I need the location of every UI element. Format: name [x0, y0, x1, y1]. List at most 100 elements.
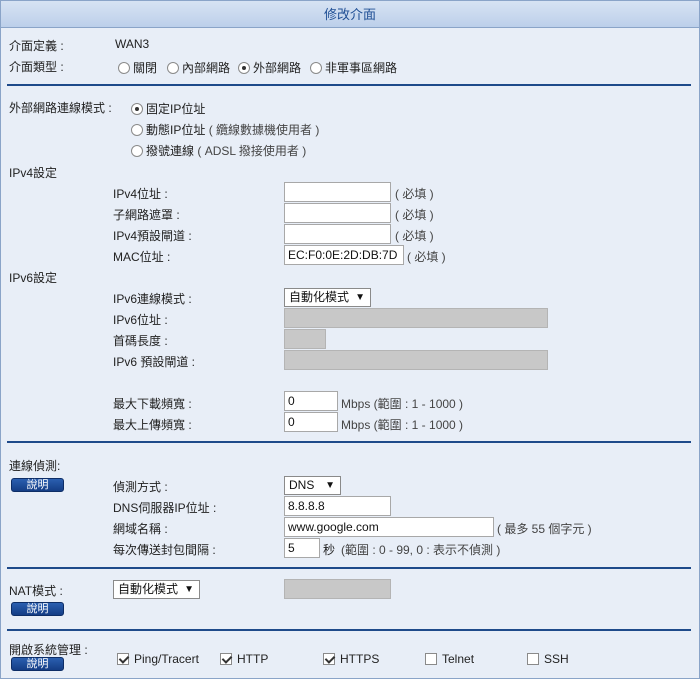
mac-address-label: MAC位址 :	[113, 250, 171, 264]
mgmt-option-label: HTTP	[237, 652, 269, 666]
wan-mode-option-label: 撥號連線	[146, 144, 195, 158]
prefix-length-input[interactable]	[284, 329, 326, 349]
wan-mode-static[interactable]: 固定IP位址	[131, 100, 205, 117]
wan-mode-option-label: 固定IP位址	[146, 102, 206, 116]
radio-icon	[310, 62, 322, 74]
radio-selected-icon	[131, 103, 143, 115]
mgmt-ping-checkbox[interactable]: Ping/Tracert	[117, 652, 199, 666]
mgmt-option-label: HTTPS	[340, 652, 380, 666]
domain-name-input[interactable]: www.google.com	[284, 517, 494, 537]
interface-definition-label: 介面定義 :	[9, 39, 64, 53]
checkbox-icon	[527, 653, 539, 665]
mgmt-option-label: Ping/Tracert	[134, 652, 199, 666]
radio-icon	[118, 62, 130, 74]
section-divider	[7, 567, 691, 569]
dropdown-arrow-icon: ▼	[355, 292, 365, 303]
radio-icon	[167, 62, 179, 74]
detect-help-button[interactable]: 說明	[11, 478, 64, 492]
packet-interval-input[interactable]: 5	[284, 538, 320, 558]
ipv4-gateway-input[interactable]	[284, 224, 391, 244]
interval-range-note: (範圍 : 0 - 99, 0 : 表示不偵測 )	[341, 543, 501, 557]
mac-address-input[interactable]: EC:F0:0E:2D:DB:7D	[284, 245, 404, 265]
max-download-label: 最大下載頻寬 :	[113, 397, 192, 411]
subnet-mask-label: 子網路遮罩 :	[113, 208, 180, 222]
nat-mode-select[interactable]: 自動化模式 ▼	[113, 580, 200, 599]
type-option-label: 外部網路	[253, 61, 302, 75]
section-divider	[7, 441, 691, 443]
detect-method-value: DNS	[289, 478, 315, 492]
wan-mode-option-label: 動態IP位址	[146, 123, 206, 137]
dns-server-label: DNS伺服器IP位址 :	[113, 501, 217, 515]
ipv6-gateway-input[interactable]	[284, 350, 548, 370]
system-management-label: 開啟系統管理 :	[9, 643, 88, 657]
ipv6-mode-select[interactable]: 自動化模式 ▼	[284, 288, 371, 307]
subnet-mask-input[interactable]	[284, 203, 391, 223]
mgmt-option-label: Telnet	[442, 652, 475, 666]
ipv6-gateway-label: IPv6 預設閘道 :	[113, 355, 196, 369]
nat-mode-label: NAT模式 :	[9, 584, 63, 598]
type-option-dmz[interactable]: 非軍事區網路	[310, 59, 397, 76]
dns-server-input[interactable]: 8.8.8.8	[284, 496, 391, 516]
mgmt-telnet-checkbox[interactable]: Telnet	[425, 652, 474, 666]
wan-mode-dhcp[interactable]: 動態IP位址 ( 纜線數據機使用者 )	[131, 121, 319, 138]
max-upload-input[interactable]: 0	[284, 412, 338, 432]
domain-name-label: 網域名稱 :	[113, 522, 168, 536]
interface-definition-value: WAN3	[115, 37, 150, 51]
required-note: ( 必填 )	[407, 250, 446, 264]
nat-help-button[interactable]: 說明	[11, 602, 64, 616]
dropdown-arrow-icon: ▼	[184, 584, 194, 595]
wan-mode-option-note: ( 纜線數據機使用者 )	[208, 123, 320, 137]
panel-title: 修改介面	[1, 1, 699, 28]
checkbox-checked-icon	[323, 653, 335, 665]
wan-mode-pppoe[interactable]: 撥號連線 ( ADSL 撥接使用者 )	[131, 142, 306, 159]
detect-method-select[interactable]: DNS ▼	[284, 476, 341, 495]
radio-icon	[131, 145, 143, 157]
mgmt-https-checkbox[interactable]: HTTPS	[323, 652, 379, 666]
ipv4-address-label: IPv4位址 :	[113, 187, 168, 201]
type-option-disabled[interactable]: 關閉	[118, 59, 157, 76]
wan-mode-option-note: ( ADSL 撥接使用者 )	[197, 144, 307, 158]
radio-selected-icon	[238, 62, 250, 74]
type-option-label: 關閉	[133, 61, 158, 75]
section-divider	[7, 629, 691, 631]
type-option-wan[interactable]: 外部網路	[238, 59, 301, 76]
ipv4-address-input[interactable]	[284, 182, 391, 202]
mgmt-option-label: SSH	[544, 652, 569, 666]
type-option-label: 非軍事區網路	[325, 61, 398, 75]
mgmt-ssh-checkbox[interactable]: SSH	[527, 652, 569, 666]
checkbox-checked-icon	[220, 653, 232, 665]
required-note: ( 必填 )	[395, 229, 434, 243]
ipv4-gateway-label: IPv4預設閘道 :	[113, 229, 192, 243]
section-divider	[7, 84, 691, 86]
mgmt-http-checkbox[interactable]: HTTP	[220, 652, 268, 666]
interface-type-label: 介面類型 :	[9, 60, 64, 74]
radio-icon	[131, 124, 143, 136]
nat-mode-value: 自動化模式	[118, 582, 179, 596]
checkbox-checked-icon	[117, 653, 129, 665]
nat-extra-input[interactable]	[284, 579, 391, 599]
type-option-label: 內部網路	[182, 61, 231, 75]
max-upload-label: 最大上傳頻寬 :	[113, 418, 192, 432]
required-note: ( 必填 )	[395, 208, 434, 222]
interval-unit: 秒	[323, 543, 336, 557]
edit-interface-panel: 修改介面 介面定義 : WAN3 介面類型 : 關閉 內部網路 外部網路 非軍事…	[0, 0, 700, 679]
detect-method-label: 偵測方式 :	[113, 480, 168, 494]
ipv6-mode-label: IPv6連線模式 :	[113, 292, 192, 306]
dropdown-arrow-icon: ▼	[325, 480, 335, 491]
ipv6-address-label: IPv6位址 :	[113, 313, 168, 327]
domain-length-note: ( 最多 55 個字元 )	[497, 522, 592, 536]
ipv6-address-input[interactable]	[284, 308, 548, 328]
checkbox-icon	[425, 653, 437, 665]
ipv6-section-title: IPv6設定	[9, 271, 58, 285]
required-note: ( 必填 )	[395, 187, 434, 201]
connection-detect-label: 連線偵測:	[9, 459, 61, 473]
wan-mode-label: 外部網路連線模式 :	[9, 101, 112, 115]
ipv4-section-title: IPv4設定	[9, 166, 58, 180]
type-option-lan[interactable]: 內部網路	[167, 59, 230, 76]
max-download-input[interactable]: 0	[284, 391, 338, 411]
bandwidth-unit-note: Mbps (範圍 : 1 - 1000 )	[341, 418, 464, 432]
packet-interval-label: 每次傳送封包間隔 :	[113, 543, 216, 557]
ipv6-mode-value: 自動化模式	[289, 290, 350, 304]
management-help-button[interactable]: 說明	[11, 657, 64, 671]
prefix-length-label: 首碼長度 :	[113, 334, 168, 348]
